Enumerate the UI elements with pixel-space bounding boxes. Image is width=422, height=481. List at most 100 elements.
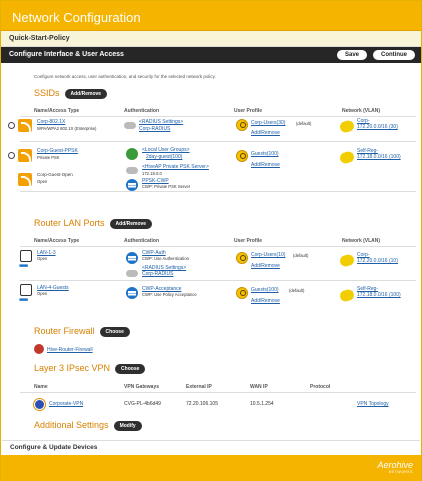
ssid-guest-ppsk-link[interactable]: Corp-Guest-PPSK [37, 148, 78, 154]
guest-group-link[interactable]: 2day-guest(100) [146, 154, 182, 160]
continue-button[interactable]: Continue [373, 50, 415, 60]
aerohive-logo: Aerohive NETWORKS [377, 460, 413, 474]
additional-settings-title: Additional Settings Modify [34, 420, 142, 431]
hive-router-firewall-link[interactable]: Hive-Router-Firewall [47, 347, 93, 353]
cwp-icon [126, 252, 138, 264]
divider [20, 116, 416, 117]
logo-sub: NETWORKS [388, 470, 413, 474]
save-button[interactable]: Save [336, 50, 367, 60]
firewall-choose-button[interactable]: Choose [99, 326, 130, 337]
configure-title: Configure Interface & User Access [9, 51, 124, 58]
intro-text: Configure network access, user authentic… [34, 74, 216, 79]
profile-link[interactable]: Guests(100) [251, 287, 279, 293]
wifi-icon [18, 119, 32, 132]
local-users-icon [126, 148, 138, 160]
lan-col-name: Name/Access Type [34, 238, 80, 244]
network-subnet-link[interactable]: 172.18.0.0/16 (100) [357, 292, 401, 298]
configure-update-devices-bar[interactable]: Configure & Update Devices [2, 440, 420, 454]
schedule-icon[interactable] [8, 152, 15, 159]
user-profile-icon [236, 119, 248, 131]
lan-access-type: Open [37, 256, 48, 261]
schedule-icon[interactable] [8, 122, 15, 129]
network-icon [338, 119, 356, 134]
ssids-section-title: SSIDs Add/Remove [34, 88, 108, 99]
firewall-section-title: Router Firewall Choose [34, 326, 130, 337]
cwp-auth-desc: CWP: Use Authentication [142, 256, 190, 261]
lan-ports-title: Router LAN Ports [34, 218, 105, 228]
ppsk-server-ip: 172.18.0.0 [142, 171, 162, 176]
corp-radius-link[interactable]: Corp-RADIUS [142, 271, 173, 277]
vpn-topology-link[interactable]: VPN Topology [357, 401, 389, 407]
network-icon [338, 253, 356, 268]
lan-col-profile: User Profile [234, 238, 263, 244]
local-user-groups-link[interactable]: <Local User Groups> [142, 147, 190, 153]
page-title: Network Configuration [1, 1, 421, 31]
profile-link[interactable]: Corp-Users(30) [251, 120, 285, 126]
cwp-acceptance-desc: CWP: Use Policy Acceptance [142, 292, 197, 297]
ssid-corp-8021x-link[interactable]: Corp-802.1X [37, 119, 65, 125]
network-subnet-link[interactable]: 172.20.0.0/16 (10) [357, 258, 398, 264]
ssid-guest-open[interactable]: Corp-Guest-Open [37, 172, 73, 178]
profile-add-remove-link[interactable]: Add/Remove [251, 162, 280, 168]
app-window: Network Configuration Quick-Start-Policy… [0, 0, 422, 481]
port-status-icon: ■■■■ [19, 263, 28, 269]
policy-name-bar[interactable]: Quick-Start-Policy [1, 31, 421, 47]
divider [20, 392, 416, 393]
corp-radius-link[interactable]: Corp-RADIUS [139, 126, 170, 132]
lan-ports-section-title: Router LAN Ports Add/Remove [34, 218, 153, 229]
lan-port-icon [20, 250, 32, 262]
ssids-col-name: Name/Access Type [34, 108, 80, 114]
user-profile-icon [236, 150, 248, 162]
vpn-title: Layer 3 IPsec VPN [34, 363, 111, 373]
vpn-choose-button[interactable]: Choose [115, 363, 146, 374]
ssids-col-network: Network (VLAN) [342, 108, 381, 114]
ssid-access-type: WPA/WPA2 802.1X (Enterprise) [37, 126, 97, 131]
port-status-icon: ■■■■ [19, 297, 28, 303]
ppsk-server-icon [126, 167, 138, 174]
user-profile-icon [236, 252, 248, 264]
cwp-icon [126, 179, 138, 191]
divider [20, 141, 416, 142]
vpn-col-wan-ip: WAN IP [250, 384, 268, 390]
lan-ports-add-remove-button[interactable]: Add/Remove [109, 218, 153, 229]
radius-settings-link[interactable]: <RADIUS Settings> [139, 119, 183, 125]
profile-add-remove-link[interactable]: Add/Remove [251, 263, 280, 269]
vpn-col-protocol: Protocol [310, 384, 331, 390]
corporate-vpn-link[interactable]: Corporate-VPN [49, 401, 83, 407]
ppsk-server-link[interactable]: <HiveAP Private PSK Server> [142, 164, 209, 170]
lan-port-icon [20, 284, 32, 296]
divider [20, 280, 416, 281]
profile-note: (default) [296, 121, 312, 126]
vpn-icon [34, 399, 45, 410]
ssids-col-auth: Authentication [124, 108, 159, 114]
ssids-add-remove-button[interactable]: Add/Remove [64, 88, 108, 99]
network-subnet-link[interactable]: 172.18.0.0/16 (100) [357, 154, 401, 160]
footer: Aerohive NETWORKS [1, 455, 421, 481]
cwp-icon [126, 287, 138, 299]
ssids-col-profile: User Profile [234, 108, 263, 114]
radius-cloud-icon [126, 270, 138, 277]
additional-modify-button[interactable]: Modify [113, 420, 142, 431]
vpn-col-external-ip: External IP [186, 384, 212, 390]
vpn-wan-ip-value: 10.5.1.254 [250, 401, 274, 407]
firewall-title: Router Firewall [34, 326, 95, 336]
network-icon [338, 288, 356, 303]
network-subnet-link[interactable]: 172.20.0.0/16 (30) [357, 124, 398, 130]
ppsk-cwp-desc: CWP: Private PSK Server [142, 184, 191, 189]
profile-add-remove-link[interactable]: Add/Remove [251, 130, 280, 136]
profile-link[interactable]: Guests(100) [251, 151, 279, 157]
wifi-icon [18, 149, 32, 162]
profile-add-remove-link[interactable]: Add/Remove [251, 298, 280, 304]
vpn-section-title: Layer 3 IPsec VPN Choose [34, 363, 146, 374]
firewall-icon [34, 344, 44, 354]
profile-note: (default) [293, 253, 309, 258]
wifi-icon [18, 173, 32, 186]
profile-link[interactable]: Corp-Users(10) [251, 252, 285, 258]
vpn-col-name: Name [34, 384, 48, 390]
additional-title: Additional Settings [34, 420, 109, 430]
configure-bar: Configure Interface & User Access Save C… [1, 47, 421, 63]
divider [20, 246, 416, 247]
ssids-title: SSIDs [34, 88, 60, 98]
lan-access-type: Open [37, 291, 48, 296]
user-profile-icon [236, 287, 248, 299]
